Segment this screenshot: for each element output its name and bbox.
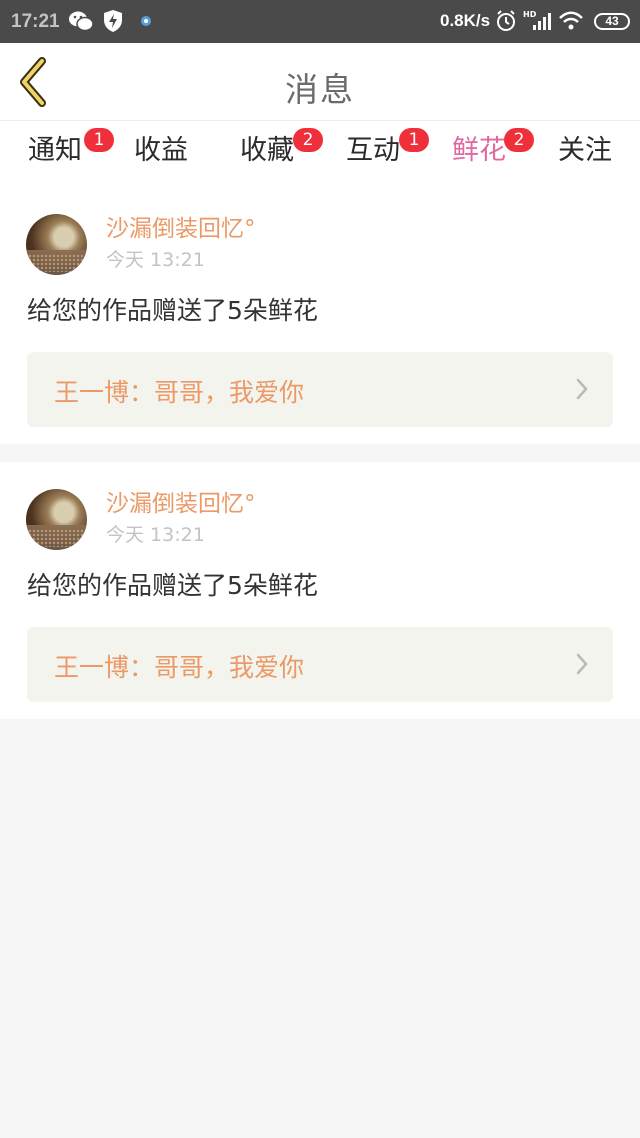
app-icon xyxy=(141,16,151,26)
status-time: 17:21 xyxy=(11,11,60,32)
chevron-right-icon xyxy=(576,653,588,675)
svg-text:HD: HD xyxy=(523,10,537,19)
tab-notice[interactable]: 通知 1 xyxy=(5,128,114,181)
tab-interactions[interactable]: 互动 1 xyxy=(323,128,429,181)
work-link[interactable]: 王一博：哥哥，我爱你 xyxy=(27,352,613,427)
unread-badge: 2 xyxy=(504,128,534,152)
sender-name[interactable]: 沙漏倒装回忆° xyxy=(106,209,256,243)
sender-name[interactable]: 沙漏倒装回忆° xyxy=(106,484,256,518)
message-text: 给您的作品赠送了5朵鲜花 xyxy=(27,571,318,600)
unread-badge: 2 xyxy=(293,128,323,152)
tab-label: 通知 xyxy=(28,135,82,166)
unread-badge: 1 xyxy=(399,128,429,152)
work-link-text: 王一博：哥哥，我爱你 xyxy=(54,653,305,682)
tab-follows[interactable]: 关注 xyxy=(535,133,635,181)
avatar[interactable] xyxy=(26,214,87,275)
tab-earnings[interactable]: 收益 xyxy=(111,133,211,181)
message-time: 今天 13:21 xyxy=(106,524,205,546)
message-card: 沙漏倒装回忆° 今天 13:21 给您的作品赠送了5朵鲜花 王一博：哥哥，我爱你 xyxy=(0,187,640,444)
net-speed: 0.8K/s xyxy=(440,11,491,30)
wechat-icon xyxy=(69,11,94,32)
tab-favorites[interactable]: 收藏 2 xyxy=(217,128,323,181)
nav-header: 消息 xyxy=(0,43,640,121)
message-text: 给您的作品赠送了5朵鲜花 xyxy=(27,296,318,325)
tab-label: 收藏 xyxy=(240,135,294,166)
tab-label: 互动 xyxy=(346,135,400,166)
avatar[interactable] xyxy=(26,489,87,550)
tab-label: 鲜花 xyxy=(452,135,506,166)
tab-flowers[interactable]: 鲜花 2 xyxy=(429,128,534,191)
battery-icon: 43 xyxy=(594,13,630,30)
chevron-right-icon xyxy=(576,378,588,400)
work-link-text: 王一博：哥哥，我爱你 xyxy=(54,378,305,407)
page-title: 消息 xyxy=(285,70,355,109)
shield-bolt-icon xyxy=(104,10,122,32)
tab-label: 关注 xyxy=(558,135,612,166)
tab-bar: 通知 1 收益 收藏 2 互动 1 鲜花 2 关注 xyxy=(0,121,640,191)
status-bar: 17:21 0.8K/s HD 43 xyxy=(0,0,640,43)
message-card: 沙漏倒装回忆° 今天 13:21 给您的作品赠送了5朵鲜花 王一博：哥哥，我爱你 xyxy=(0,462,640,719)
unread-badge: 1 xyxy=(84,128,114,152)
alarm-icon xyxy=(497,10,515,31)
hd-signal-icon: HD xyxy=(523,10,551,30)
work-link[interactable]: 王一博：哥哥，我爱你 xyxy=(27,627,613,702)
wifi-icon xyxy=(559,11,583,30)
message-time: 今天 13:21 xyxy=(106,249,205,271)
tab-label: 收益 xyxy=(134,135,188,166)
battery-level: 43 xyxy=(605,14,619,28)
